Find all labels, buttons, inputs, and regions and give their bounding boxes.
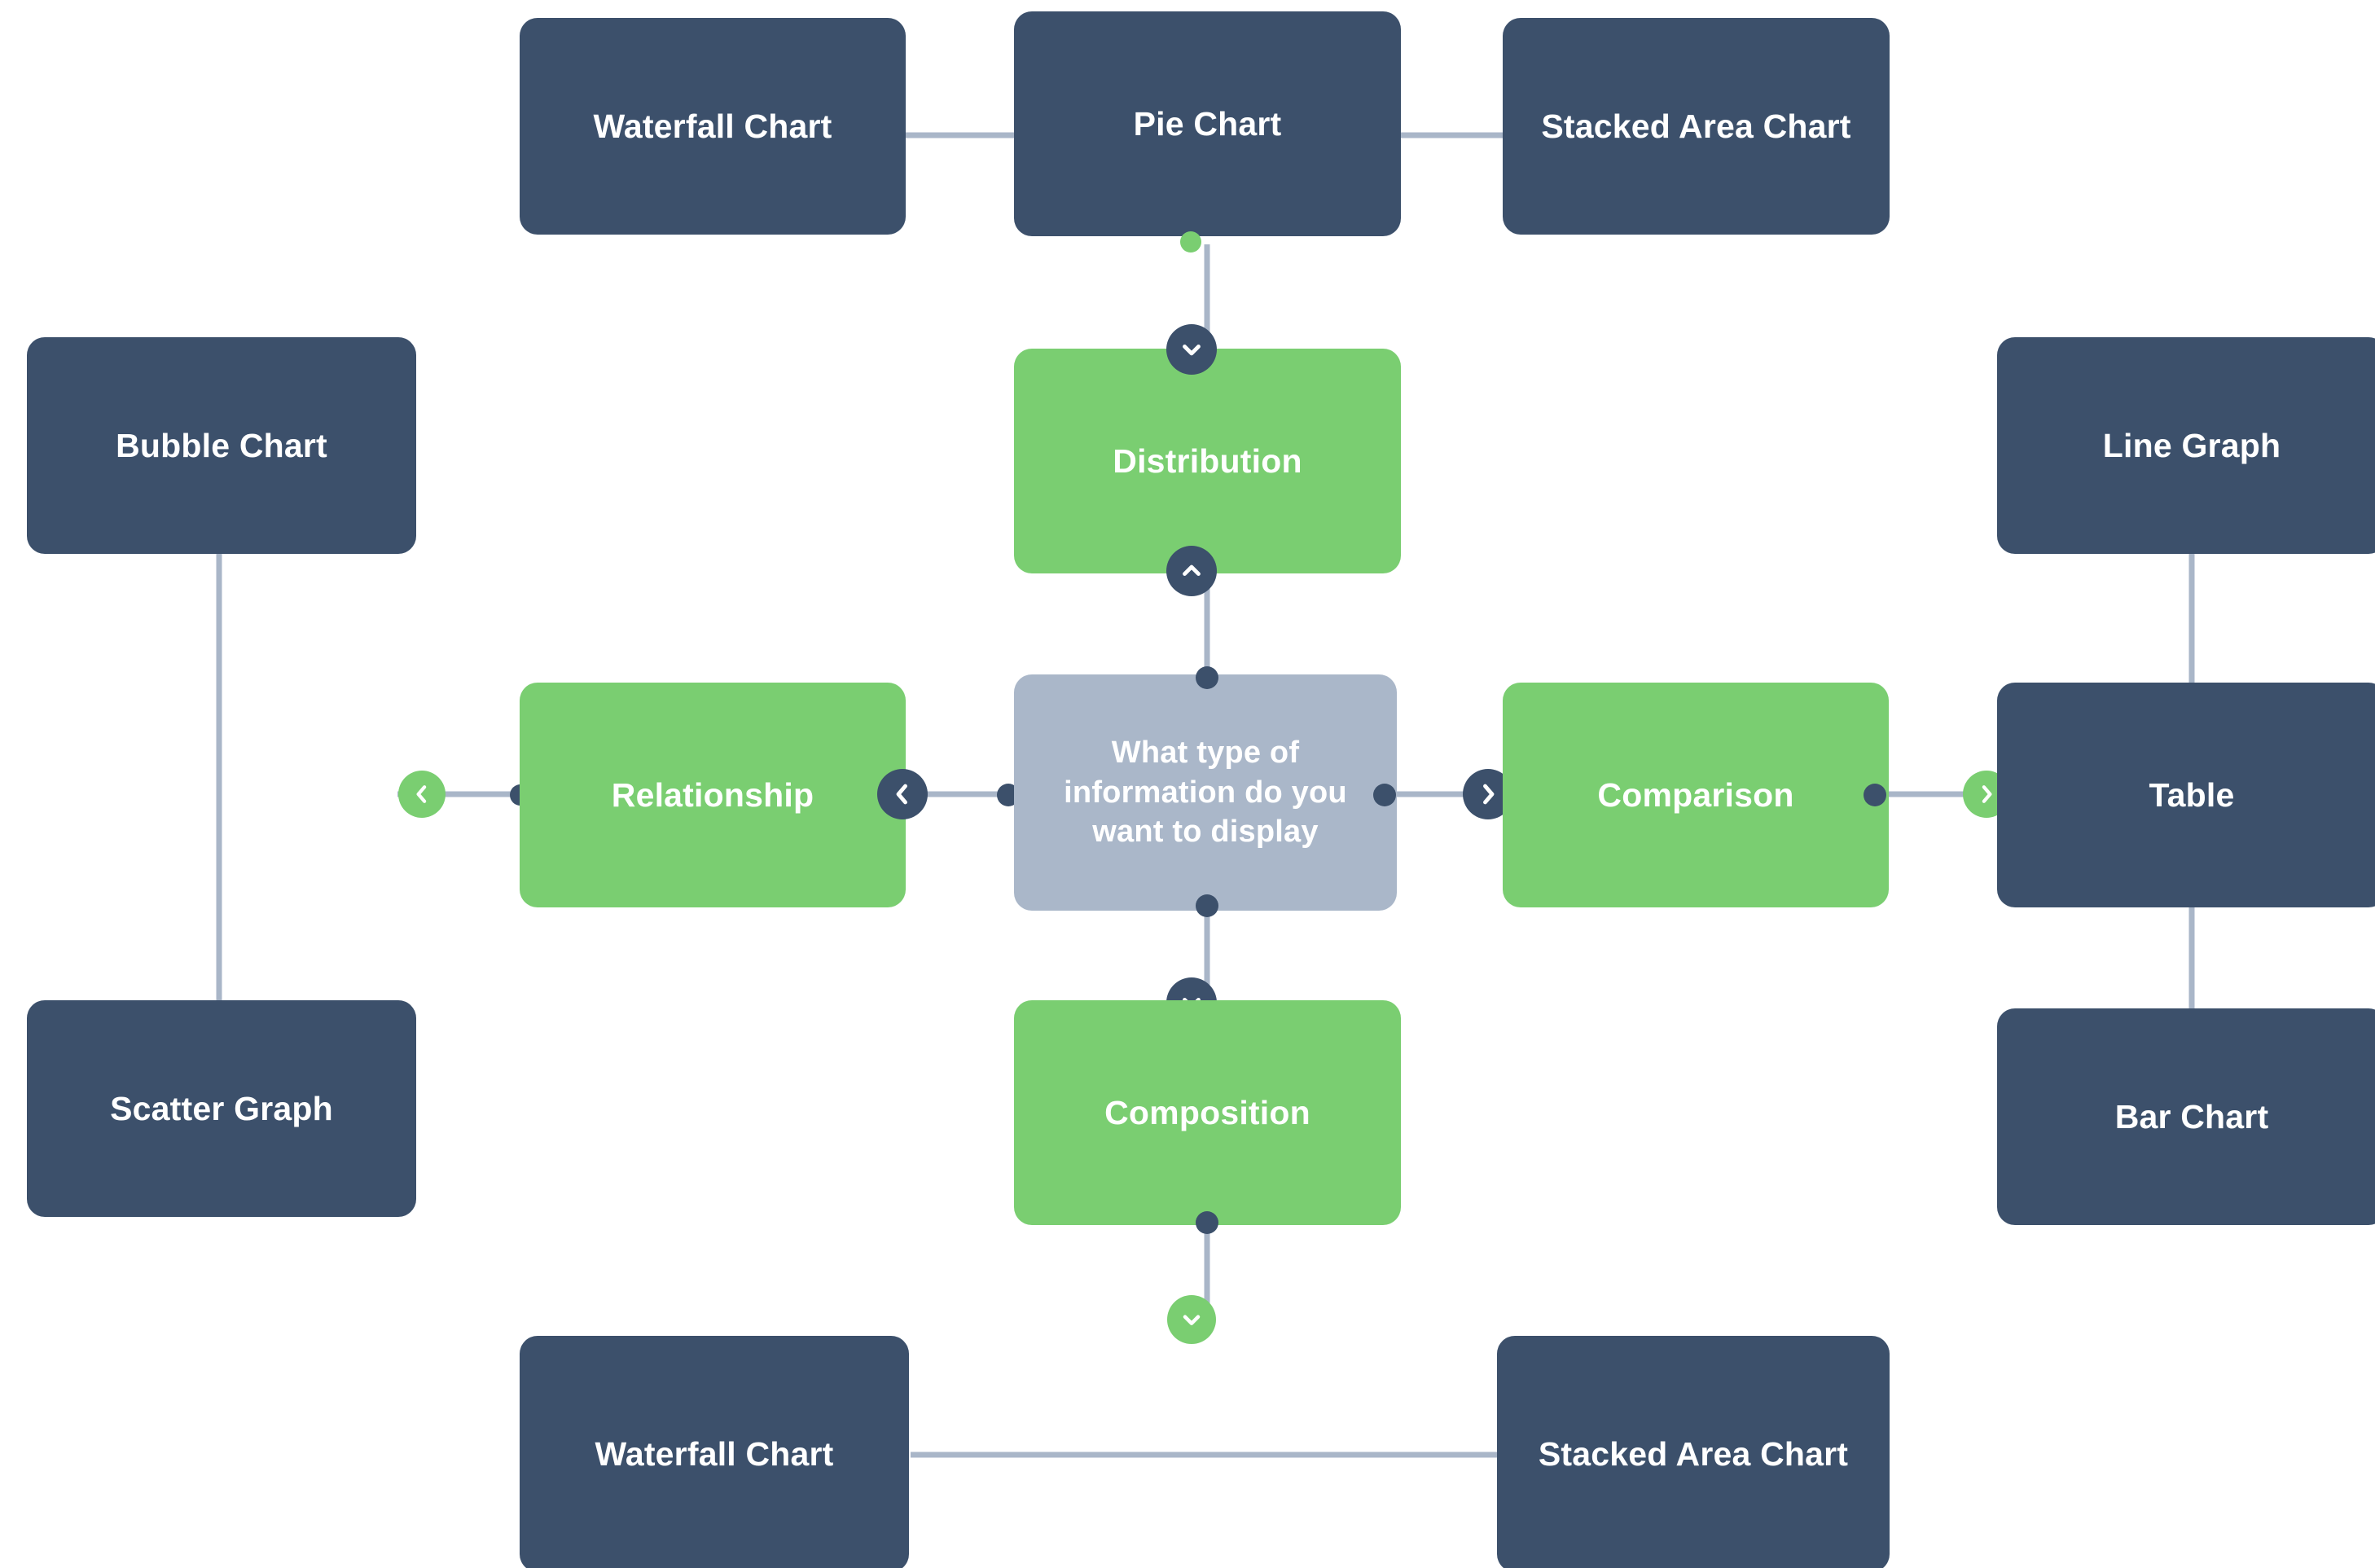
node-waterfall-chart-bottom[interactable]: Waterfall Chart [520,1336,909,1568]
diagram-canvas: Waterfall Chart Pie Chart Stacked Area C… [0,0,2375,1568]
node-label: Comparison [1597,775,1794,814]
chevron-down-icon [1178,336,1205,363]
node-relationship[interactable]: Relationship [520,683,906,907]
chevron-right-icon [1974,782,1999,806]
node-comparison[interactable]: Comparison [1503,683,1889,907]
node-composition[interactable]: Composition [1014,1000,1401,1225]
root-bottom-connector-dot [1196,894,1218,917]
badge-distribution-expand[interactable] [1166,546,1217,596]
badge-relationship-expand[interactable] [877,769,928,819]
badge-composition-expand[interactable] [1167,1295,1216,1344]
node-label: Pie Chart [1133,104,1282,143]
pie-chart-connector-dot [1180,231,1201,253]
chevron-right-icon [1474,780,1502,808]
node-label: Scatter Graph [110,1089,333,1127]
node-root-question[interactable]: What type of information do you want to … [1014,674,1397,911]
node-label: Stacked Area Chart [1541,107,1851,145]
node-stacked-area-chart-bottom[interactable]: Stacked Area Chart [1497,1336,1890,1568]
chevron-left-icon [410,782,434,806]
node-label: What type of information do you want to … [1064,736,1347,850]
badge-distribution-collapse[interactable] [1166,324,1217,375]
chevron-up-icon [1178,557,1205,585]
node-label: Bar Chart [2114,1097,2269,1135]
node-label: Line Graph [2102,426,2281,464]
node-label: Table [2149,775,2235,814]
chevron-left-icon [889,780,916,808]
node-label: Bubble Chart [116,426,327,464]
root-right-connector-dot [1373,784,1396,806]
node-label: Stacked Area Chart [1538,1434,1849,1473]
node-table[interactable]: Table [1997,683,2375,907]
badge-relationship-collapse[interactable] [398,771,446,818]
node-line-graph[interactable]: Line Graph [1997,337,2375,554]
node-label: Relationship [611,775,814,814]
node-waterfall-chart-top[interactable]: Waterfall Chart [520,18,906,235]
node-label: Waterfall Chart [593,107,832,145]
node-label: Distribution [1113,441,1302,480]
node-distribution[interactable]: Distribution [1014,349,1401,573]
node-bubble-chart[interactable]: Bubble Chart [27,337,416,554]
composition-bottom-connector-dot [1196,1211,1218,1234]
node-bar-chart[interactable]: Bar Chart [1997,1008,2375,1225]
node-stacked-area-chart-top[interactable]: Stacked Area Chart [1503,18,1890,235]
root-top-connector-dot [1196,666,1218,689]
chevron-down-icon [1179,1307,1205,1333]
comparison-right-connector-dot [1864,784,1886,806]
node-pie-chart[interactable]: Pie Chart [1014,11,1401,236]
node-scatter-graph[interactable]: Scatter Graph [27,1000,416,1217]
node-label: Waterfall Chart [595,1434,834,1473]
node-label: Composition [1104,1093,1310,1131]
